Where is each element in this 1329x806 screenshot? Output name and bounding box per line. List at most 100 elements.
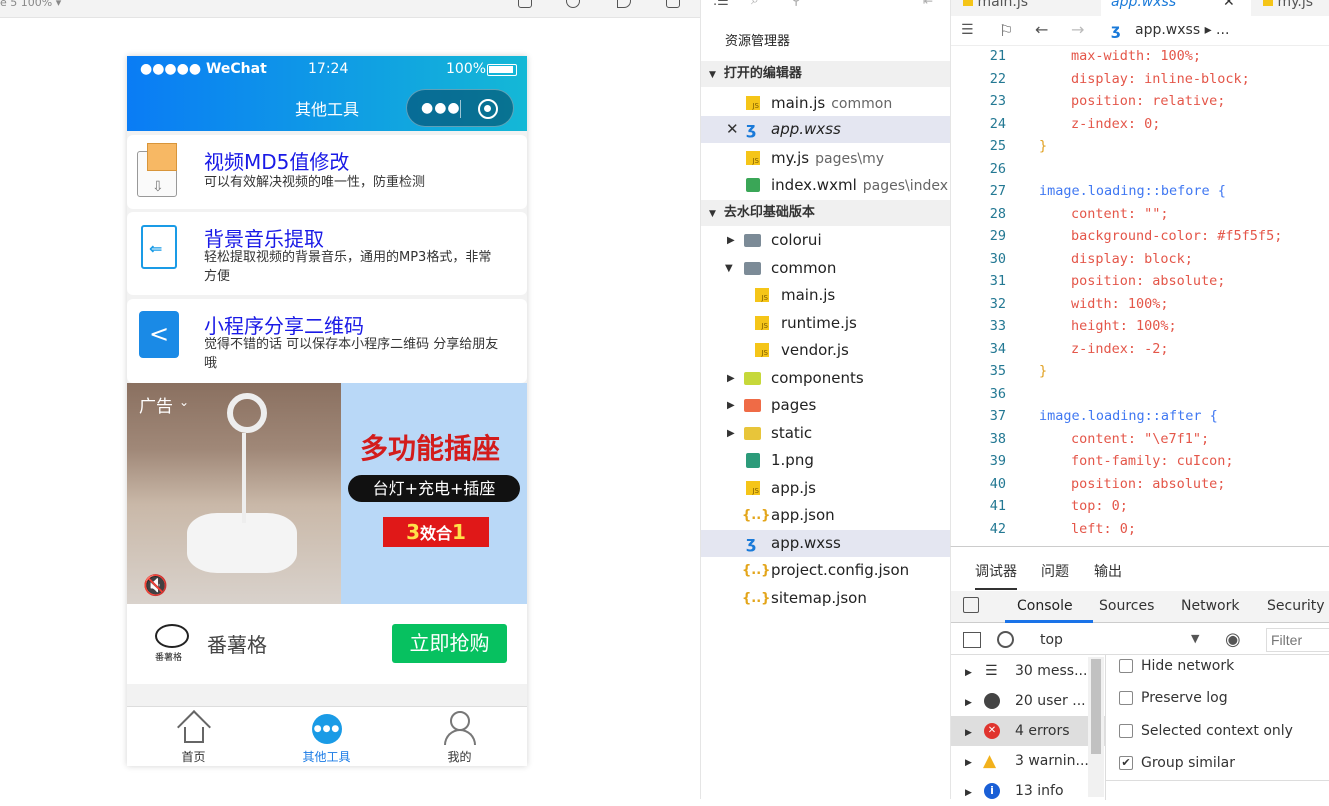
forward-icon[interactable]: →	[1071, 20, 1084, 39]
code-line[interactable]: 41 top: 0;	[951, 495, 1329, 518]
tree-item-folder[interactable]: ▶ colorui	[701, 227, 951, 254]
tab-sources[interactable]: Sources	[1099, 598, 1154, 614]
code-line[interactable]: 37 image.loading::after {	[951, 405, 1329, 428]
code-line[interactable]: 35}	[951, 360, 1329, 383]
list-icon[interactable]: ☰	[961, 22, 974, 38]
record-icon[interactable]	[566, 0, 580, 8]
inspect-icon[interactable]	[963, 597, 979, 613]
copy-icon[interactable]	[666, 0, 680, 8]
tree-item-file[interactable]: JS app.js	[701, 475, 951, 502]
tree-item-file[interactable]: {..} sitemap.json	[701, 585, 951, 612]
tree-item-folder[interactable]: ▶ components	[701, 365, 951, 392]
git-icon[interactable]: ⚲	[791, 0, 801, 8]
open-editors-header[interactable]: ▼ 打开的编辑器	[701, 61, 951, 87]
phone-icon[interactable]	[518, 0, 532, 8]
tree-item-file[interactable]: {..} app.json	[701, 502, 951, 529]
back-icon[interactable]: ←	[1035, 20, 1048, 39]
code-line[interactable]: 36	[951, 383, 1329, 406]
context-select[interactable]: top	[1040, 632, 1063, 648]
message-filter-all[interactable]: ▶ ☰ 30 mess...	[951, 656, 1106, 686]
code-line[interactable]: 40 position: absolute;	[951, 473, 1329, 496]
editor-tab-app-wxss[interactable]: app.wxss ✕	[1101, 0, 1251, 16]
open-editor-item[interactable]: index.wxml pages\index	[701, 172, 951, 199]
tab-debugger[interactable]: 调试器	[975, 561, 1017, 590]
tree-item-file[interactable]: JS vendor.js	[701, 337, 951, 364]
code-line[interactable]: 22 display: inline-block;	[951, 68, 1329, 91]
chevron-down-icon[interactable]: ▼	[1191, 632, 1199, 645]
project-header[interactable]: ▼ 去水印基础版本	[701, 200, 951, 226]
collapse-icon[interactable]: ⇤	[923, 0, 933, 8]
tree-item-folder[interactable]: ▶ static	[701, 420, 951, 447]
message-filter-warnings[interactable]: ▶ ▲ 3 warnin...	[951, 746, 1106, 776]
tree-item-file[interactable]: JS main.js	[701, 282, 951, 309]
code-line[interactable]: 38 content: "\e7f1";	[951, 428, 1329, 451]
tab-tools[interactable]: ●●● 其他工具	[260, 707, 393, 766]
code-line[interactable]: 28 content: "";	[951, 203, 1329, 226]
tab-network[interactable]: Network	[1181, 598, 1239, 614]
tree-item-folder[interactable]: ▼ common	[701, 255, 951, 282]
buy-now-button[interactable]: 立即抢购	[392, 624, 507, 663]
message-filter-info[interactable]: ▶ i 13 info	[951, 776, 1106, 806]
tab-console[interactable]: Console	[1017, 598, 1073, 614]
open-editor-item[interactable]: JS my.js pages\my	[701, 145, 951, 172]
line-number: 28	[989, 205, 1006, 222]
open-editor-item[interactable]: JS main.js common	[701, 90, 951, 117]
code-line[interactable]: 31 position: absolute;	[951, 270, 1329, 293]
tab-problems[interactable]: 问题	[1041, 561, 1069, 581]
chevron-down-icon[interactable]: ⌄	[179, 395, 189, 409]
close-icon[interactable]: ✕	[726, 116, 739, 143]
tree-item-folder[interactable]: ▶ pages	[701, 392, 951, 419]
close-miniprogram-icon[interactable]	[478, 99, 498, 119]
editor-tab-my-js[interactable]: my.js	[1263, 0, 1313, 10]
scrollbar[interactable]	[1088, 657, 1104, 797]
tab-security[interactable]: Security	[1267, 598, 1325, 614]
bookmark-icon[interactable]: ⚐	[999, 21, 1013, 40]
code-line[interactable]: 33 height: 100%;	[951, 315, 1329, 338]
preserve-log-checkbox[interactable]	[1119, 691, 1133, 705]
code-line[interactable]: 26	[951, 158, 1329, 181]
tree-item-file[interactable]: JS runtime.js	[701, 310, 951, 337]
breadcrumb[interactable]: app.wxss ▸ ...	[1135, 22, 1229, 38]
message-filter-errors[interactable]: ▶ ✕ 4 errors	[951, 716, 1106, 746]
code-line[interactable]: 34 z-index: -2;	[951, 338, 1329, 361]
open-editor-item-active[interactable]: ✕ ʒ app.wxss	[701, 116, 951, 143]
mute-icon[interactable]: 🔇	[143, 573, 168, 597]
selected-context-checkbox[interactable]	[1119, 724, 1133, 738]
hide-network-checkbox[interactable]	[1119, 659, 1133, 673]
sound-icon[interactable]	[617, 0, 631, 8]
ad-tag[interactable]: 广告	[139, 392, 173, 417]
code-line[interactable]: 21 max-width: 100%;	[951, 45, 1329, 68]
group-similar-checkbox[interactable]: ✔	[1119, 756, 1133, 770]
code-line[interactable]: 24 z-index: 0;	[951, 113, 1329, 136]
code-line[interactable]: 32 width: 100%;	[951, 293, 1329, 316]
explorer-title: 资源管理器	[725, 34, 791, 49]
more-menu-icon[interactable]: ●●●	[421, 100, 461, 116]
tool-card-bgm[interactable]: ⇐ 背景音乐提取 轻松提取视频的背景音乐，通用的MP3格式，非常方便	[127, 212, 527, 295]
message-filter-user[interactable]: ▶ 20 user ...	[951, 686, 1106, 716]
clear-console-icon[interactable]	[997, 631, 1014, 648]
code-line[interactable]: 30 display: block;	[951, 248, 1329, 271]
ad-banner[interactable]: 广告 ⌄ 多功能插座 台灯+充电+插座 3效合1 🔇	[127, 383, 527, 604]
filter-input[interactable]	[1266, 628, 1329, 652]
code-line[interactable]: 27 image.loading::before {	[951, 180, 1329, 203]
code-line[interactable]: 25}	[951, 135, 1329, 158]
tree-item-file[interactable]: {..} project.config.json	[701, 557, 951, 584]
tool-card-share[interactable]: < 小程序分享二维码 觉得不错的话 可以保存本小程序二维码 分享给朋友哦	[127, 299, 527, 383]
eye-icon[interactable]: ◉	[1225, 629, 1241, 650]
editor-tab-main-js[interactable]: main.js	[963, 0, 1028, 10]
list-icon[interactable]: ⁚☰	[713, 0, 729, 9]
search-icon[interactable]: ⌕	[751, 0, 759, 8]
code-line[interactable]: 42 left: 0;	[951, 518, 1329, 541]
code-line[interactable]: 39 font-family: cuIcon;	[951, 450, 1329, 473]
tool-card-md5[interactable]: ⇩ 视频MD5值修改 可以有效解决视频的唯一性，防重检测	[127, 135, 527, 209]
code-line[interactable]: 23 position: relative;	[951, 90, 1329, 113]
tab-mine[interactable]: 我的	[393, 707, 526, 766]
close-icon[interactable]: ✕	[1223, 0, 1235, 10]
tree-item-file-selected[interactable]: ʒ app.wxss	[701, 530, 951, 557]
code-line[interactable]: 29 background-color: #f5f5f5;	[951, 225, 1329, 248]
zoom-select[interactable]: e 5 100% ▾	[0, 0, 61, 9]
tab-home[interactable]: 首页	[127, 707, 260, 766]
sidebar-toggle-icon[interactable]	[963, 632, 981, 648]
tree-item-file[interactable]: 1.png	[701, 447, 951, 474]
tab-output[interactable]: 输出	[1094, 561, 1122, 581]
